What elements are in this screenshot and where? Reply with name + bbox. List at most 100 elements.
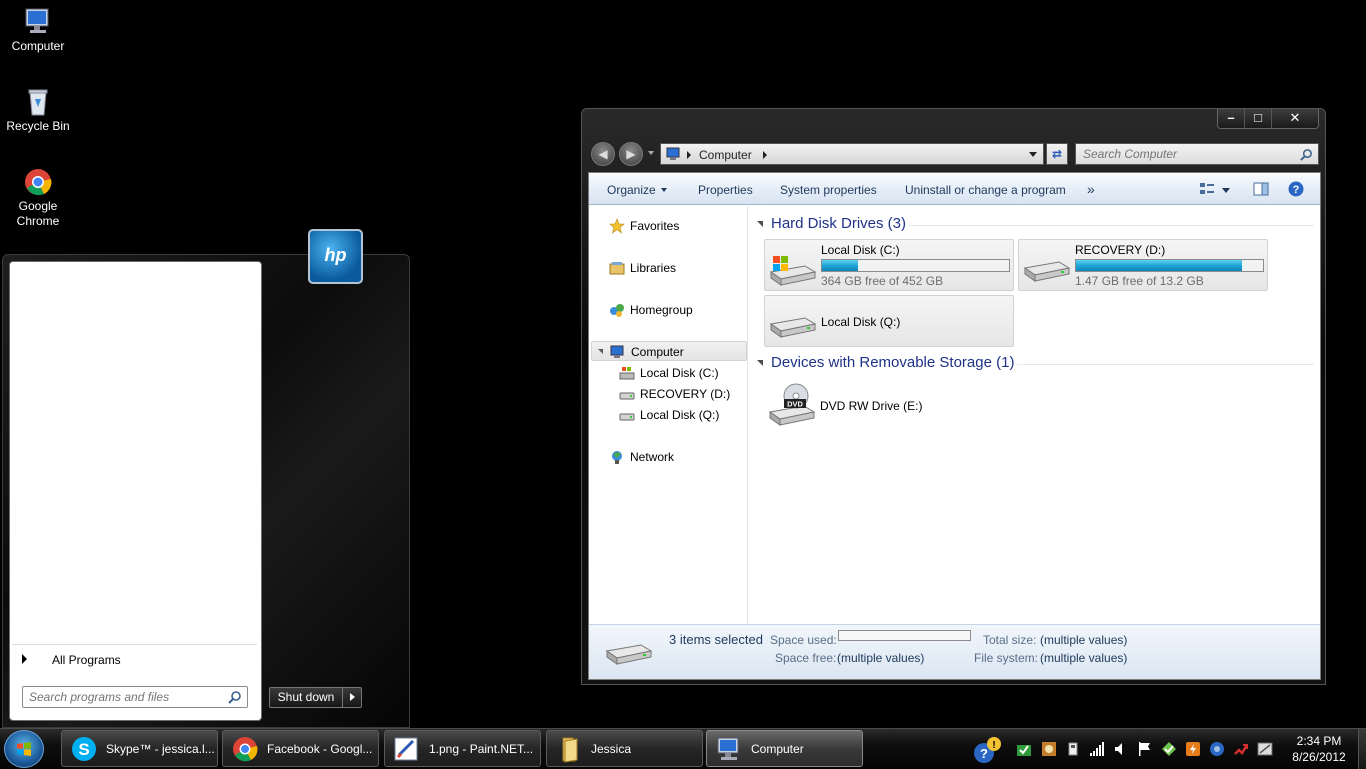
show-desktop-button[interactable]	[1358, 729, 1366, 769]
taskbar-button-paint-net[interactable]: 1.png - Paint.NET...	[384, 730, 541, 767]
recent-pages-dropdown[interactable]	[648, 151, 654, 155]
maximize-button[interactable]: □	[1245, 109, 1272, 128]
nav-item-favorites[interactable]: Favorites	[589, 216, 748, 236]
close-button[interactable]: ✕	[1272, 109, 1318, 128]
file-system-label: File system:	[974, 651, 1039, 665]
details-pane: 3 items selected Space used: Space free:…	[589, 624, 1320, 679]
selection-count: 3 items selected	[669, 632, 763, 647]
action-center-icon[interactable]	[1041, 741, 1057, 757]
windows-drive-icon	[769, 256, 817, 286]
desktop-icon-computer[interactable]: Computer	[0, 7, 76, 54]
shutdown-button[interactable]: Shut down	[269, 687, 343, 708]
taskbar-button-jessica-folder[interactable]: Jessica	[546, 730, 703, 767]
volume-icon[interactable]	[1113, 741, 1129, 757]
network-error-icon[interactable]	[1233, 741, 1249, 757]
expanded-arrow-icon[interactable]	[598, 349, 603, 354]
start-button[interactable]	[4, 730, 44, 768]
hp-user-picture[interactable]: hp	[308, 229, 363, 284]
more-commands-button[interactable]: »	[1087, 181, 1095, 197]
drive-usage-fill	[822, 260, 858, 271]
properties-button[interactable]: Properties	[698, 183, 753, 197]
nav-item-drive-c[interactable]: Local Disk (C:)	[589, 363, 748, 383]
signal-strength-icon[interactable]	[1089, 741, 1105, 757]
computer-icon	[666, 147, 680, 160]
desktop: Computer Recycle Bin Google Chrome All P…	[0, 0, 1366, 728]
explorer-search-box[interactable]	[1075, 143, 1319, 165]
change-view-icon[interactable]	[1199, 182, 1215, 196]
taskbar-button-computer[interactable]: Computer	[706, 730, 863, 767]
taskbar-button-chrome[interactable]: Facebook - Googl...	[222, 730, 379, 767]
drive-icon	[619, 392, 635, 400]
drive-tile-c[interactable]: Local Disk (C:) 364 GB free of 452 GB	[764, 239, 1014, 291]
drive-name: RECOVERY (D:)	[1075, 243, 1166, 257]
desktop-icon-label: Computer	[11, 39, 65, 53]
space-used-label: Space used:	[770, 633, 837, 647]
drive-tile-e[interactable]: DVD DVD RW Drive (E:)	[764, 380, 1014, 432]
all-programs-label: All Programs	[52, 653, 121, 667]
uninstall-program-button[interactable]: Uninstall or change a program	[905, 183, 1066, 197]
clock[interactable]: 2:34 PM 8/26/2012	[1283, 733, 1355, 765]
windows-logo-icon	[17, 742, 31, 756]
breadcrumb-separator-icon	[687, 151, 691, 159]
computer-icon	[25, 8, 49, 33]
forward-button[interactable]: ▶	[619, 142, 643, 166]
nav-label: RECOVERY (D:)	[640, 387, 731, 401]
taskbar-button-skype[interactable]: S Skype™ - jessica.l...	[61, 730, 218, 767]
desktop-icon-recycle-bin[interactable]: Recycle Bin	[0, 87, 76, 134]
nav-item-network[interactable]: Network	[589, 447, 748, 467]
nav-item-homegroup[interactable]: Homegroup	[589, 300, 748, 320]
minimize-button[interactable]: –	[1218, 109, 1245, 128]
power-plug-icon[interactable]	[1065, 741, 1081, 757]
nav-item-drive-q[interactable]: Local Disk (Q:)	[589, 405, 748, 425]
system-properties-button[interactable]: System properties	[780, 183, 877, 197]
group-divider	[1017, 364, 1314, 365]
back-button[interactable]: ◀	[591, 142, 615, 166]
explorer-window: – □ ✕ ◀ ▶ Computer ⇄ Search Computer Org…	[581, 108, 1326, 685]
action-center-flag-icon[interactable]	[1137, 741, 1153, 757]
nav-label: Homegroup	[630, 303, 693, 317]
start-search-input[interactable]	[29, 688, 219, 706]
collapse-icon	[757, 221, 763, 227]
security-check-icon[interactable]	[1016, 741, 1032, 757]
navigation-bar: ◀ ▶ Computer ⇄	[588, 142, 1319, 166]
help-icon[interactable]: ?	[1288, 181, 1304, 197]
organize-button[interactable]: Organize	[607, 183, 667, 197]
homegroup-icon	[610, 304, 624, 317]
refresh-button[interactable]: ⇄	[1046, 143, 1068, 165]
view-options-dropdown-icon[interactable]	[1222, 188, 1230, 193]
drive-tile-d[interactable]: RECOVERY (D:) 1.47 GB free of 13.2 GB	[1018, 239, 1268, 291]
bluetooth-icon[interactable]	[1209, 741, 1225, 757]
file-system-value: (multiple values)	[1040, 651, 1128, 665]
breadcrumb-separator-icon[interactable]	[763, 151, 767, 159]
space-free-value: (multiple values)	[837, 651, 925, 665]
nav-label: Favorites	[630, 219, 680, 233]
shutdown-options-button[interactable]	[342, 687, 362, 708]
chrome-icon	[25, 169, 52, 196]
explorer-search-input[interactable]	[1083, 147, 1293, 161]
drive-tile-q[interactable]: Local Disk (Q:)	[764, 295, 1014, 347]
collapse-icon	[757, 360, 763, 366]
drive-free-space: 364 GB free of 452 GB	[821, 274, 944, 288]
preview-pane-icon[interactable]	[1253, 182, 1269, 196]
breadcrumb-computer[interactable]: Computer	[699, 148, 752, 162]
drive-name: Local Disk (C:)	[821, 243, 900, 257]
nav-label: Local Disk (Q:)	[640, 408, 720, 422]
address-dropdown-icon[interactable]	[1029, 152, 1037, 157]
antivirus-icon[interactable]	[1161, 741, 1177, 757]
group-divider	[909, 225, 1314, 226]
start-search-box[interactable]	[22, 686, 248, 708]
svg-text:S: S	[78, 740, 89, 759]
command-bar: Organize Properties System properties Un…	[589, 173, 1320, 205]
flash-update-icon[interactable]	[1185, 741, 1201, 757]
nav-item-libraries[interactable]: Libraries	[589, 258, 748, 278]
desktop-icon-google-chrome[interactable]: Google Chrome	[0, 167, 76, 229]
nav-label: Network	[630, 450, 675, 464]
start-menu: All Programs Shut down	[2, 254, 410, 728]
nav-item-drive-d[interactable]: RECOVERY (D:)	[589, 384, 748, 404]
address-bar[interactable]: Computer	[660, 143, 1044, 165]
nav-item-computer[interactable]: Computer	[591, 341, 747, 361]
all-programs-item[interactable]: All Programs	[12, 644, 257, 672]
help-warning-icon[interactable]: ? !	[973, 737, 1003, 765]
nav-label: Libraries	[630, 261, 677, 275]
wireless-network-icon[interactable]	[1257, 741, 1273, 757]
